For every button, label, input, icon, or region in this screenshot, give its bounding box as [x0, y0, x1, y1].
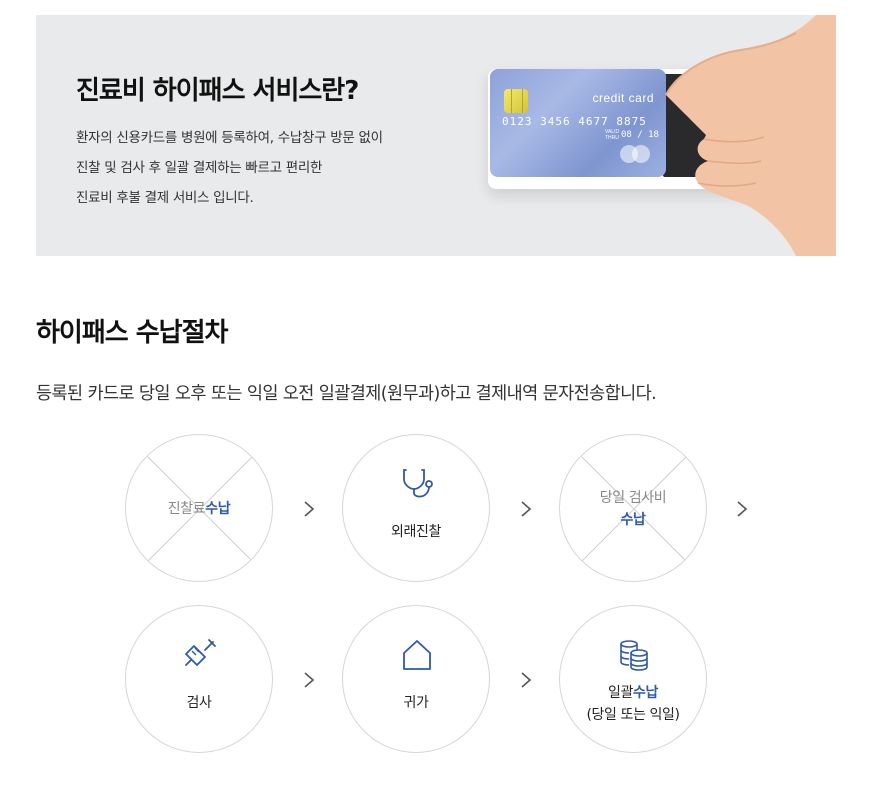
section-title: 하이패스 수납절차: [36, 318, 228, 348]
chevron-right-icon: [521, 672, 532, 688]
hero-desc-line: 진찰 및 검사 후 일괄 결제하는 빠르고 편리한: [76, 160, 323, 176]
step-label-highlight: 수납: [633, 685, 658, 701]
step-batch-payment: 일괄수납 (당일 또는 익일): [559, 605, 707, 753]
chevron-right-icon: [304, 501, 315, 517]
step-label-text: 진찰료: [167, 501, 206, 517]
step-go-home: 귀가: [342, 605, 490, 753]
hero-desc-line: 진료비 후불 결제 서비스 입니다.: [76, 190, 254, 206]
step-test: 검사: [125, 605, 273, 753]
step-label: 검사: [186, 695, 212, 711]
hero-description: 환자의 신용카드를 병원에 등록하여, 수납창구 방문 없이 진찰 및 검사 후…: [76, 123, 496, 213]
step-consult-fee-payment: 진찰료수납: [125, 434, 273, 582]
chevron-right-icon: [521, 501, 532, 517]
card-chip-icon: [504, 89, 528, 113]
card-thru-label: THRU: [605, 135, 619, 141]
step-label-highlight: 수납: [620, 512, 646, 528]
hero-desc-line: 환자의 신용카드를 병원에 등록하여, 수납창구 방문 없이: [76, 130, 383, 146]
step-label-text: 일괄: [608, 685, 633, 701]
hero-banner: 진료비 하이패스 서비스란? 환자의 신용카드를 병원에 등록하여, 수납창구 …: [36, 15, 836, 256]
step-label-highlight: 수납: [205, 501, 231, 517]
step-label: 외래진찰: [391, 524, 441, 540]
step-label-sub: (당일 또는 익일): [586, 707, 680, 723]
chevron-right-icon: [737, 501, 748, 517]
step-same-day-test-payment: 당일 검사비 수납: [559, 434, 707, 582]
credit-card-illustration: credit card 0123 3456 4677 8875 VALID TH…: [490, 69, 666, 177]
syringe-icon: [185, 639, 216, 666]
hero-title: 진료비 하이패스 서비스란?: [76, 76, 359, 106]
home-icon: [403, 640, 431, 670]
card-number: 0123 3456 4677 8875: [502, 115, 647, 128]
chevron-right-icon: [304, 672, 315, 688]
stethoscope-icon: [403, 469, 433, 498]
step-outpatient-consult: 외래진찰: [342, 434, 490, 582]
step-label: 귀가: [403, 695, 429, 711]
step-label-text: 당일 검사비: [599, 490, 667, 506]
coins-icon: [620, 640, 648, 671]
step-label: 진찰료수납: [126, 498, 272, 520]
section-description: 등록된 카드로 당일 오후 또는 익일 오전 일괄결제(원무과)하고 결제내역 …: [36, 384, 657, 404]
step-label: 일괄수납: [560, 682, 706, 704]
card-valid-thru: VALID THRU: [605, 129, 619, 141]
hand-illustration: [665, 15, 836, 256]
card-brand: credit card: [592, 91, 654, 105]
